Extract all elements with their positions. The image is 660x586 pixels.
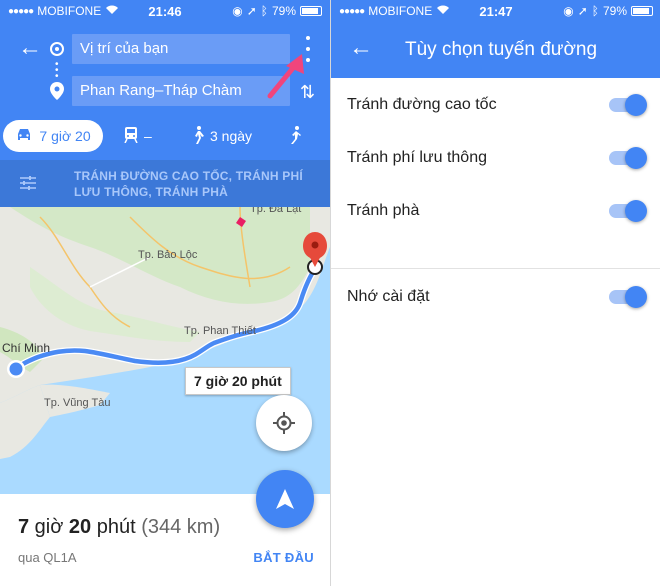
signal-icon: ●●●●●	[8, 5, 34, 17]
remember-settings-toggle[interactable]	[609, 286, 647, 308]
battery-percent: 79%	[271, 4, 296, 18]
destination-pin-icon	[50, 82, 64, 105]
my-location-button[interactable]	[256, 395, 312, 451]
bluetooth-icon: ᛒ	[260, 4, 268, 18]
start-navigation-button[interactable]	[256, 470, 314, 528]
route-options-screen: ●●●●● MOBIFONE 21:47 ◉ ➚ ᛒ 79% ← Tùy chọ…	[330, 0, 660, 586]
toggle-knob	[625, 200, 647, 222]
bluetooth-icon: ᛒ	[591, 4, 599, 18]
map-label-chi-minh: Chí Minh	[2, 341, 51, 355]
option-remember-settings[interactable]: Nhớ cài đặt	[331, 273, 660, 321]
duration-minutes-unit: phút	[91, 516, 142, 538]
tab-transit[interactable]: –	[124, 120, 152, 152]
page-title: Tùy chọn tuyến đường	[405, 39, 598, 60]
origin-input[interactable]: Vị trí của bạn	[72, 34, 290, 64]
option-label: Nhớ cài đặt	[347, 288, 430, 305]
tab-bike[interactable]	[288, 120, 302, 152]
travel-mode-tabs: 7 giờ 20 – 3 ngày	[0, 118, 330, 158]
car-icon	[15, 128, 33, 145]
route-via: qua QL1A	[18, 550, 77, 565]
directions-header: ●●●●● MOBIFONE 21:46 ◉ ➚ ᛒ 79% ← • • • Vị …	[0, 0, 330, 207]
carrier-label: MOBIFONE	[37, 4, 102, 18]
duration-hours-unit: giờ	[29, 516, 69, 538]
transit-duration: –	[144, 128, 152, 144]
duration-minutes: 20	[68, 516, 92, 538]
navigation-arrow-icon	[276, 489, 294, 509]
tab-drive[interactable]: 7 giờ 20	[3, 120, 103, 152]
route-options-bar[interactable]: TRÁNH ĐƯỜNG CAO TỐC, TRÁNH PHÍ LƯU THÔNG…	[0, 160, 330, 207]
route-duration: 7 giờ 20 phút (344 km)	[18, 516, 220, 539]
route-options-header: ●●●●● MOBIFONE 21:47 ◉ ➚ ᛒ 79% ← Tùy chọ…	[331, 0, 660, 78]
avoid-tolls-toggle[interactable]	[609, 147, 647, 169]
back-arrow-icon[interactable]: ←	[349, 36, 373, 60]
avoid-options-text: TRÁNH ĐƯỜNG CAO TỐC, TRÁNH PHÍ LƯU THÔNG…	[74, 169, 303, 199]
destination-input[interactable]: Phan Rang–Tháp Chàm	[72, 76, 290, 106]
walk-duration: 3 ngày	[210, 128, 253, 144]
option-label: Tránh phà	[347, 202, 420, 219]
start-button[interactable]: BẮT ĐẦU	[253, 550, 314, 565]
route-distance: (344 km)	[141, 516, 221, 538]
status-bar: ●●●●● MOBIFONE 21:46 ◉ ➚ ᛒ 79%	[0, 0, 330, 22]
location-arrow-icon: ➚	[577, 4, 588, 18]
battery-icon	[300, 6, 322, 16]
route-dots-icon: • • •	[55, 59, 59, 82]
orientation-lock-icon: ◉	[232, 4, 243, 18]
divider	[331, 268, 660, 269]
map-label-vung-tau: Tp. Vũng Tàu	[44, 397, 111, 409]
crosshair-icon	[273, 412, 295, 434]
map-view[interactable]: Tp. Đà Lạt Tp. Bảo Lộc Tp. Phan Thiết Ch…	[0, 207, 330, 494]
option-label: Tránh phí lưu thông	[347, 149, 487, 166]
duration-hours: 7	[18, 516, 30, 538]
wifi-icon	[105, 4, 119, 18]
wifi-icon	[436, 4, 450, 18]
back-arrow-icon[interactable]: ←	[18, 36, 42, 60]
toggle-knob	[625, 147, 647, 169]
option-avoid-tolls[interactable]: Tránh phí lưu thông	[331, 134, 660, 182]
drive-duration: 7 giờ 20	[39, 128, 91, 144]
route-time-bubble[interactable]: 7 giờ 20 phút	[185, 367, 291, 395]
option-label: Tránh đường cao tốc	[347, 96, 497, 113]
origin-marker-icon	[50, 42, 64, 56]
tab-walk[interactable]: 3 ngày	[192, 120, 252, 152]
battery-icon	[631, 6, 653, 16]
map-label-phan-thiet: Tp. Phan Thiết	[184, 325, 256, 337]
status-bar: ●●●●● MOBIFONE 21:47 ◉ ➚ ᛒ 79%	[331, 0, 660, 22]
tune-icon	[20, 176, 36, 190]
avoid-highways-toggle[interactable]	[609, 94, 647, 116]
signal-icon: ●●●●●	[339, 5, 365, 17]
map-label-bao-loc: Tp. Bảo Lộc	[138, 249, 198, 261]
battery-percent: 79%	[602, 4, 627, 18]
location-arrow-icon: ➚	[246, 4, 257, 18]
option-avoid-ferries[interactable]: Tránh phà	[331, 187, 660, 235]
train-icon	[124, 126, 138, 146]
orientation-lock-icon: ◉	[563, 4, 574, 18]
map-label-da-lat: Tp. Đà Lạt	[250, 207, 302, 215]
directions-screen: ●●●●● MOBIFONE 21:46 ◉ ➚ ᛒ 79% ← • • • Vị …	[0, 0, 330, 586]
option-avoid-highways[interactable]: Tránh đường cao tốc	[331, 81, 660, 129]
toggle-knob	[625, 286, 647, 308]
carrier-label: MOBIFONE	[368, 4, 433, 18]
avoid-ferries-toggle[interactable]	[609, 200, 647, 222]
walk-icon	[192, 125, 204, 147]
toggle-knob	[625, 94, 647, 116]
annotation-arrow-icon	[267, 54, 304, 99]
person-icon	[288, 125, 302, 147]
